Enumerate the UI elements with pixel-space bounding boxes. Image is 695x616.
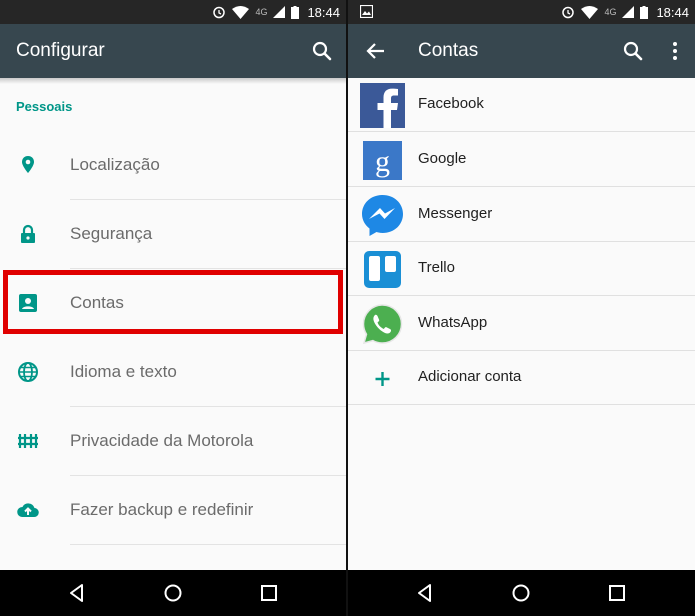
- facebook-icon: [360, 83, 405, 128]
- alarm-icon: [213, 6, 226, 19]
- setting-item-idioma[interactable]: Idioma e texto: [0, 338, 346, 407]
- privacy-icon: [18, 434, 38, 448]
- setting-label: Segurança: [70, 224, 153, 243]
- google-icon: g: [363, 141, 402, 180]
- trello-icon: [364, 251, 401, 288]
- back-nav-icon[interactable]: [66, 582, 88, 604]
- signal-icon: [622, 6, 635, 18]
- settings-app-bar: Configurar: [0, 24, 346, 78]
- app-bar-shadow: [0, 78, 346, 84]
- accounts-screen: 4G 18:44 Contas Facebook g Google Messen…: [348, 0, 695, 616]
- nav-bar: [348, 570, 695, 616]
- wifi-icon: [232, 5, 250, 19]
- account-label: Messenger: [418, 205, 493, 222]
- home-nav-icon[interactable]: [162, 582, 184, 604]
- account-label: Trello: [418, 259, 455, 276]
- status-bar: 4G 18:44: [348, 0, 695, 24]
- divider: [348, 295, 695, 296]
- account-item-messenger[interactable]: Messenger: [348, 188, 695, 242]
- network-type: 4G: [255, 7, 268, 17]
- setting-item-seguranca[interactable]: Segurança: [0, 200, 346, 269]
- plus-icon: [375, 372, 390, 386]
- setting-item-privacidade[interactable]: Privacidade da Motorola: [0, 407, 346, 476]
- status-bar: 4G 18:44: [0, 0, 346, 24]
- alarm-icon: [562, 6, 575, 19]
- more-options-icon[interactable]: [663, 39, 687, 63]
- setting-label: Localização: [70, 155, 160, 174]
- account-item-facebook[interactable]: Facebook: [348, 78, 695, 132]
- wifi-icon: [581, 5, 599, 19]
- clock: 18:44: [307, 4, 340, 20]
- page-title: Configurar: [16, 40, 105, 61]
- highlight-box: [3, 270, 343, 334]
- svg-text:g: g: [375, 145, 390, 178]
- search-icon[interactable]: [621, 39, 645, 63]
- account-label: Facebook: [418, 95, 484, 112]
- messenger-icon: [362, 195, 403, 236]
- globe-icon: [18, 362, 38, 382]
- page-title: Contas: [418, 40, 479, 61]
- divider: [348, 186, 695, 187]
- battery-icon: [291, 5, 300, 19]
- recents-nav-icon[interactable]: [606, 582, 628, 604]
- add-account-label: Adicionar conta: [418, 368, 522, 385]
- accounts-app-bar: Contas: [348, 24, 695, 78]
- signal-icon: [273, 6, 286, 18]
- lock-icon: [21, 224, 35, 243]
- back-arrow-icon[interactable]: [364, 39, 388, 63]
- whatsapp-icon: [362, 304, 403, 345]
- home-nav-icon[interactable]: [510, 582, 532, 604]
- setting-label: Privacidade da Motorola: [70, 431, 254, 450]
- cloud-upload-icon: [17, 503, 39, 518]
- back-nav-icon[interactable]: [414, 582, 436, 604]
- account-item-whatsapp[interactable]: WhatsApp: [348, 297, 695, 351]
- account-item-google[interactable]: g Google: [348, 133, 695, 187]
- battery-icon: [640, 5, 649, 19]
- network-type: 4G: [604, 7, 617, 17]
- setting-label: Fazer backup e redefinir: [70, 500, 254, 519]
- location-icon: [22, 156, 34, 173]
- nav-bar: [0, 570, 346, 616]
- settings-screen: 4G 18:44 Configurar Pessoais Localização…: [0, 0, 346, 616]
- setting-label: Idioma e texto: [70, 362, 177, 381]
- account-item-trello[interactable]: Trello: [348, 242, 695, 296]
- divider: [348, 131, 695, 132]
- setting-item-localizacao[interactable]: Localização: [0, 131, 346, 200]
- recents-nav-icon[interactable]: [258, 582, 280, 604]
- clock: 18:44: [656, 4, 689, 20]
- section-header-pessoais: Pessoais: [16, 99, 73, 114]
- search-icon[interactable]: [310, 39, 334, 63]
- account-label: Google: [418, 150, 467, 167]
- image-notification-icon: [360, 5, 373, 18]
- setting-item-backup[interactable]: Fazer backup e redefinir: [0, 476, 346, 545]
- add-account-button[interactable]: Adicionar conta: [348, 351, 695, 405]
- divider: [348, 404, 695, 405]
- account-label: WhatsApp: [418, 314, 488, 331]
- divider: [70, 544, 346, 545]
